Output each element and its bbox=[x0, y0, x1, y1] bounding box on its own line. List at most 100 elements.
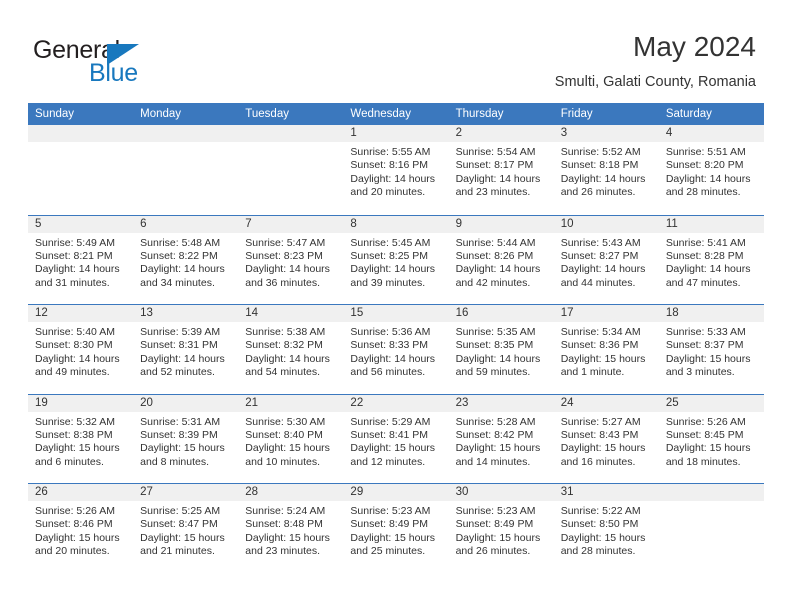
day-number: 7 bbox=[238, 215, 344, 233]
day-number: 26 bbox=[28, 484, 134, 501]
sunrise-text: Sunrise: 5:47 AM bbox=[245, 236, 326, 249]
calendar-day-cell[interactable]: 12 Sunrise: 5:40 AM Sunset: 8:30 PM Dayligh… bbox=[28, 305, 134, 394]
daylight-text: Daylight: 15 hours and 1 minute. bbox=[560, 352, 646, 379]
calendar-day-cell[interactable]: 11 Sunrise: 5:41 AM Sunset: 8:28 PM Dayligh… bbox=[658, 215, 764, 304]
sunset-text: Sunset: 8:22 PM bbox=[140, 249, 218, 262]
calendar-day-cell[interactable]: 7 Sunrise: 5:47 AM Sunset: 8:23 PM Daylight… bbox=[238, 215, 344, 304]
day-details: Sunrise: 5:31 AM Sunset: 8:39 PM Daylight:… bbox=[133, 412, 238, 470]
calendar-day-cell[interactable]: 16 Sunrise: 5:35 AM Sunset: 8:35 PM Dayligh… bbox=[448, 305, 554, 394]
calendar-day-cell[interactable]: 5 Sunrise: 5:49 AM Sunset: 8:21 PM Daylight… bbox=[28, 215, 134, 304]
calendar-day-cell[interactable]: 3 Sunrise: 5:52 AM Sunset: 8:18 PM Daylight… bbox=[553, 125, 659, 215]
sunset-text: Sunset: 8:25 PM bbox=[350, 249, 429, 262]
day-number: 15 bbox=[343, 305, 449, 322]
daylight-text: Daylight: 15 hours and 16 minutes. bbox=[560, 442, 646, 468]
calendar-day-cell[interactable]: 30 Sunrise: 5:23 AM Sunset: 8:49 PM Dayligh… bbox=[448, 484, 554, 573]
daylight-text: Daylight: 15 hours and 25 minutes. bbox=[350, 531, 436, 558]
calendar-day-cell[interactable]: 8 Sunrise: 5:45 AM Sunset: 8:25 PM Daylight… bbox=[343, 215, 449, 304]
sunset-text: Sunset: 8:17 PM bbox=[455, 159, 534, 172]
weekday-header-saturday: Saturday bbox=[665, 108, 712, 120]
calendar-day-cell[interactable]: 26 Sunrise: 5:26 AM Sunset: 8:46 PM Dayligh… bbox=[28, 484, 134, 573]
day-details: Sunrise: 5:29 AM Sunset: 8:41 PM Daylight:… bbox=[343, 412, 448, 470]
day-number: 28 bbox=[238, 484, 344, 501]
calendar-day-cell[interactable]: 1 Sunrise: 5:55 AM Sunset: 8:16 PM Daylight… bbox=[343, 125, 449, 215]
day-number: 3 bbox=[553, 125, 659, 142]
day-number: 31 bbox=[553, 484, 659, 501]
calendar-day-cell[interactable]: 25 Sunrise: 5:26 AM Sunset: 8:45 PM Dayligh… bbox=[658, 394, 764, 483]
calendar-day-cell[interactable]: 29 Sunrise: 5:23 AM Sunset: 8:49 PM Dayligh… bbox=[343, 484, 449, 573]
day-number: 25 bbox=[658, 394, 764, 412]
day-number: 23 bbox=[448, 394, 554, 412]
day-number: 9 bbox=[448, 215, 554, 233]
day-details: Sunrise: 5:45 AM Sunset: 8:25 PM Daylight:… bbox=[343, 233, 448, 291]
daylight-text: Daylight: 14 hours and 47 minutes. bbox=[665, 263, 751, 289]
sunrise-text: Sunrise: 5:35 AM bbox=[455, 326, 536, 338]
sunrise-text: Sunrise: 5:45 AM bbox=[350, 236, 431, 249]
calendar-day-cell-empty bbox=[133, 125, 239, 215]
daylight-text: Daylight: 14 hours and 23 minutes. bbox=[455, 172, 541, 199]
sunrise-text: Sunrise: 5:26 AM bbox=[665, 415, 746, 428]
sunset-text: Sunset: 8:35 PM bbox=[455, 339, 534, 352]
day-number: 13 bbox=[133, 305, 239, 322]
day-number: 22 bbox=[343, 394, 449, 412]
calendar-day-cell[interactable]: 2 Sunrise: 5:54 AM Sunset: 8:17 PM Daylight… bbox=[448, 125, 554, 215]
day-details: Sunrise: 5:52 AM Sunset: 8:18 PM Daylight:… bbox=[554, 142, 659, 200]
calendar-day-cell[interactable]: 14 Sunrise: 5:38 AM Sunset: 8:32 PM Dayligh… bbox=[238, 305, 344, 394]
calendar-day-cell[interactable]: 27 Sunrise: 5:25 AM Sunset: 8:47 PM Dayligh… bbox=[133, 484, 239, 573]
calendar-day-cell[interactable]: 4 Sunrise: 5:51 AM Sunset: 8:20 PM Daylight… bbox=[658, 125, 764, 215]
day-details: Sunrise: 5:54 AM Sunset: 8:17 PM Daylight:… bbox=[449, 142, 554, 200]
calendar-day-cell[interactable]: 22 Sunrise: 5:29 AM Sunset: 8:41 PM Dayligh… bbox=[343, 394, 449, 483]
sunrise-text: Sunrise: 5:33 AM bbox=[665, 326, 746, 338]
sunset-text: Sunset: 8:36 PM bbox=[560, 339, 639, 352]
page-title: May 2024 bbox=[633, 31, 756, 62]
day-details: Sunrise: 5:41 AM Sunset: 8:28 PM Daylight:… bbox=[659, 233, 764, 291]
calendar-day-cell[interactable]: 13 Sunrise: 5:39 AM Sunset: 8:31 PM Dayligh… bbox=[133, 305, 239, 394]
calendar-day-cell[interactable]: 10 Sunrise: 5:43 AM Sunset: 8:27 PM Dayligh… bbox=[553, 215, 659, 304]
calendar-day-cell[interactable]: 18 Sunrise: 5:33 AM Sunset: 8:37 PM Dayligh… bbox=[658, 305, 764, 394]
calendar-day-cell[interactable]: 20 Sunrise: 5:31 AM Sunset: 8:39 PM Dayligh… bbox=[133, 394, 239, 483]
day-details: Sunrise: 5:30 AM Sunset: 8:40 PM Daylight:… bbox=[238, 412, 343, 470]
daylight-text: Daylight: 15 hours and 23 minutes. bbox=[245, 531, 330, 558]
sunrise-text: Sunrise: 5:41 AM bbox=[665, 236, 746, 249]
calendar-day-cell[interactable]: 17 Sunrise: 5:34 AM Sunset: 8:36 PM Dayligh… bbox=[553, 305, 659, 394]
day-number: 29 bbox=[343, 484, 449, 501]
calendar-day-cell[interactable]: 9 Sunrise: 5:44 AM Sunset: 8:26 PM Daylight… bbox=[448, 215, 554, 304]
calendar-day-cell[interactable]: 15 Sunrise: 5:36 AM Sunset: 8:33 PM Dayligh… bbox=[343, 305, 449, 394]
day-number: 8 bbox=[343, 215, 449, 233]
calendar-day-cell[interactable]: 23 Sunrise: 5:28 AM Sunset: 8:42 PM Dayligh… bbox=[448, 394, 554, 483]
day-details: Sunrise: 5:32 AM Sunset: 8:38 PM Daylight:… bbox=[28, 412, 133, 470]
calendar-day-cell[interactable]: 21 Sunrise: 5:30 AM Sunset: 8:40 PM Dayligh… bbox=[238, 394, 344, 483]
sunrise-text: Sunrise: 5:39 AM bbox=[140, 326, 221, 338]
daylight-text: Daylight: 15 hours and 18 minutes. bbox=[665, 442, 751, 468]
calendar-day-cell[interactable]: 19 Sunrise: 5:32 AM Sunset: 8:38 PM Dayligh… bbox=[28, 394, 134, 483]
sunset-text: Sunset: 8:50 PM bbox=[560, 518, 639, 531]
sunset-text: Sunset: 8:42 PM bbox=[455, 428, 534, 441]
day-number: 27 bbox=[133, 484, 239, 501]
sunrise-text: Sunrise: 5:44 AM bbox=[455, 236, 536, 249]
sunset-text: Sunset: 8:40 PM bbox=[245, 428, 323, 441]
sunset-text: Sunset: 8:46 PM bbox=[35, 518, 113, 531]
daylight-text: Daylight: 15 hours and 28 minutes. bbox=[560, 531, 646, 558]
calendar-page: General Blue May 2024 Smulti, Galati Cou… bbox=[0, 0, 792, 612]
calendar-day-cell-empty bbox=[658, 484, 764, 573]
day-details: Sunrise: 5:38 AM Sunset: 8:32 PM Daylight:… bbox=[238, 322, 343, 380]
daylight-text: Daylight: 14 hours and 59 minutes. bbox=[455, 352, 541, 379]
day-details: Sunrise: 5:33 AM Sunset: 8:37 PM Daylight:… bbox=[659, 322, 764, 380]
calendar-week-row: 26 Sunrise: 5:26 AM Sunset: 8:46 PM Dayligh… bbox=[28, 483, 764, 573]
calendar-day-cell[interactable]: 24 Sunrise: 5:27 AM Sunset: 8:43 PM Dayligh… bbox=[553, 394, 659, 483]
daylight-text: Daylight: 15 hours and 3 minutes. bbox=[665, 352, 751, 379]
day-number bbox=[238, 125, 344, 142]
day-number bbox=[133, 125, 239, 142]
calendar-day-cell[interactable]: 28 Sunrise: 5:24 AM Sunset: 8:48 PM Dayligh… bbox=[238, 484, 344, 573]
daylight-text: Daylight: 14 hours and 42 minutes. bbox=[455, 263, 541, 289]
location-subtitle: Smulti, Galati County, Romania bbox=[554, 74, 756, 90]
calendar-day-cell[interactable]: 31 Sunrise: 5:22 AM Sunset: 8:50 PM Dayligh… bbox=[553, 484, 659, 573]
day-number: 12 bbox=[28, 305, 134, 322]
sunset-text: Sunset: 8:23 PM bbox=[245, 249, 323, 262]
brand-logo[interactable]: General Blue bbox=[33, 36, 263, 92]
daylight-text: Daylight: 14 hours and 26 minutes. bbox=[560, 172, 646, 199]
calendar-day-cell-empty bbox=[238, 125, 344, 215]
sunset-text: Sunset: 8:30 PM bbox=[35, 339, 113, 352]
daylight-text: Daylight: 15 hours and 8 minutes. bbox=[140, 442, 225, 468]
calendar-day-cell[interactable]: 6 Sunrise: 5:48 AM Sunset: 8:22 PM Daylight… bbox=[133, 215, 239, 304]
day-details: Sunrise: 5:22 AM Sunset: 8:50 PM Daylight:… bbox=[554, 501, 659, 559]
